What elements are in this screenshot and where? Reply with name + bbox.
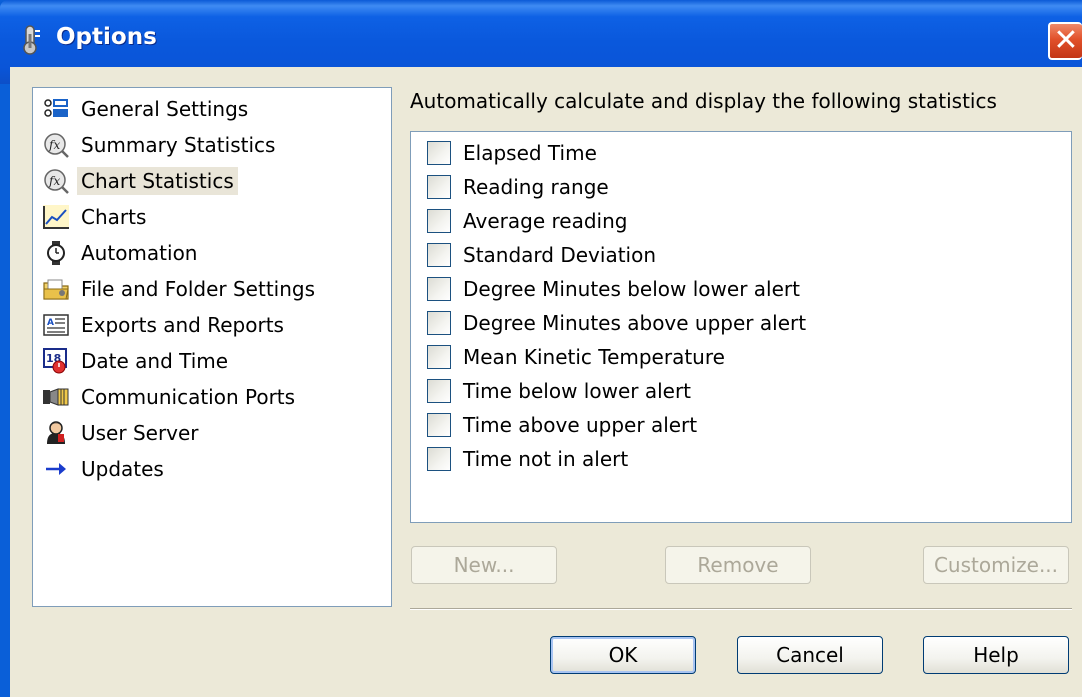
separator	[410, 608, 1072, 610]
stat-time-above-upper-alert[interactable]: Time above upper alert	[427, 410, 697, 440]
nav-item-label: Exports and Reports	[81, 313, 284, 337]
nav-item-updates[interactable]: Updates	[41, 454, 168, 484]
checkbox[interactable]	[427, 243, 451, 267]
svg-text:A: A	[47, 318, 54, 328]
stat-degree-minutes-above[interactable]: Degree Minutes above upper alert	[427, 308, 806, 338]
options-dialog: Options ✕ General Settings fx Summary St…	[0, 0, 1082, 697]
stat-mean-kinetic-temperature[interactable]: Mean Kinetic Temperature	[427, 342, 725, 372]
stat-time-not-in-alert[interactable]: Time not in alert	[427, 444, 628, 474]
checkbox[interactable]	[427, 447, 451, 471]
nav-item-summary-statistics[interactable]: fx Summary Statistics	[41, 130, 279, 160]
fx-icon: fx	[41, 131, 71, 159]
checkbox[interactable]	[427, 209, 451, 233]
nav-item-label: Summary Statistics	[81, 133, 276, 157]
nav-item-label: User Server	[81, 421, 199, 445]
stat-label: Time above upper alert	[463, 413, 698, 437]
stat-label: Time below lower alert	[463, 379, 692, 403]
folder-icon	[41, 275, 71, 303]
stat-label: Degree Minutes below lower alert	[463, 277, 800, 301]
nav-item-communication-ports[interactable]: Communication Ports	[41, 382, 299, 412]
user-icon	[41, 419, 71, 447]
nav-item-label: Updates	[81, 457, 164, 481]
help-button[interactable]: Help	[923, 636, 1069, 674]
options-category-list[interactable]: General Settings fx Summary Statistics f…	[32, 87, 392, 607]
new-button[interactable]: New...	[411, 546, 557, 584]
thermometer-icon	[23, 25, 40, 55]
svg-text:fx: fx	[48, 138, 60, 152]
arrow-right-icon	[41, 455, 71, 483]
checkbox[interactable]	[427, 379, 451, 403]
nav-item-user-server[interactable]: User Server	[41, 418, 203, 448]
stat-reading-range[interactable]: Reading range	[427, 172, 609, 202]
nav-item-label: Communication Ports	[81, 385, 296, 409]
ok-button[interactable]: OK	[550, 636, 696, 674]
stat-label: Time not in alert	[463, 447, 629, 471]
nav-item-file-and-folder-settings[interactable]: File and Folder Settings	[41, 274, 319, 304]
checkbox[interactable]	[427, 345, 451, 369]
report-icon: A	[41, 311, 71, 339]
calendar-icon: 18	[41, 347, 71, 375]
stat-label: Elapsed Time	[463, 141, 597, 165]
statistics-heading: Automatically calculate and display the …	[410, 89, 997, 113]
statistics-checklist[interactable]: Elapsed Time Reading range Average readi…	[410, 131, 1072, 523]
remove-button[interactable]: Remove	[665, 546, 811, 584]
stat-label: Reading range	[463, 175, 609, 199]
port-icon	[41, 383, 71, 411]
nav-item-chart-statistics[interactable]: fx Chart Statistics	[41, 166, 238, 196]
fx-icon: fx	[41, 167, 71, 195]
checkbox[interactable]	[427, 141, 451, 165]
nav-item-automation[interactable]: Automation	[41, 238, 201, 268]
window-title: Options	[56, 24, 157, 50]
stat-standard-deviation[interactable]: Standard Deviation	[427, 240, 656, 270]
checkbox[interactable]	[427, 277, 451, 301]
cancel-button[interactable]: Cancel	[737, 636, 883, 674]
settings-list-icon	[41, 95, 71, 123]
nav-item-label: Date and Time	[81, 349, 229, 373]
dialog-body: General Settings fx Summary Statistics f…	[10, 67, 1082, 697]
checkbox[interactable]	[427, 413, 451, 437]
nav-item-label: Chart Statistics	[77, 167, 238, 195]
nav-item-charts[interactable]: Charts	[41, 202, 150, 232]
watch-icon	[41, 239, 71, 267]
line-chart-icon	[41, 203, 71, 231]
checkbox[interactable]	[427, 175, 451, 199]
nav-item-label: Automation	[81, 241, 198, 265]
nav-item-general-settings[interactable]: General Settings	[41, 94, 252, 124]
svg-text:fx: fx	[48, 174, 60, 188]
stat-elapsed-time[interactable]: Elapsed Time	[427, 138, 597, 168]
stat-degree-minutes-below[interactable]: Degree Minutes below lower alert	[427, 274, 800, 304]
close-icon: ✕	[1053, 23, 1079, 58]
stat-time-below-lower-alert[interactable]: Time below lower alert	[427, 376, 691, 406]
close-button[interactable]: ✕	[1048, 22, 1082, 60]
stat-label: Degree Minutes above upper alert	[463, 311, 807, 335]
nav-item-label: File and Folder Settings	[81, 277, 316, 301]
nav-item-date-and-time[interactable]: 18 Date and Time	[41, 346, 232, 376]
nav-item-exports-and-reports[interactable]: A Exports and Reports	[41, 310, 288, 340]
stat-label: Average reading	[463, 209, 628, 233]
nav-item-label: Charts	[81, 205, 147, 229]
stat-average-reading[interactable]: Average reading	[427, 206, 627, 236]
nav-item-label: General Settings	[81, 97, 249, 121]
customize-button[interactable]: Customize...	[923, 546, 1069, 584]
checkbox[interactable]	[427, 311, 451, 335]
stat-label: Standard Deviation	[463, 243, 657, 267]
stat-label: Mean Kinetic Temperature	[463, 345, 725, 369]
